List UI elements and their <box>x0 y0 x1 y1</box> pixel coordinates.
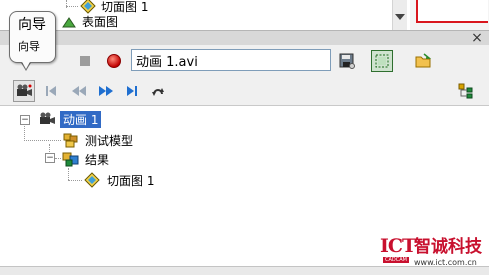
tree-item-section-view[interactable]: 切面图 1 <box>84 171 154 189</box>
feature-tree-top: 切面图 1 表面图 <box>0 0 405 30</box>
camera-icon <box>40 112 55 124</box>
stop-icon <box>80 56 90 66</box>
wizard-button[interactable] <box>13 80 35 102</box>
open-folder-button[interactable] <box>413 50 435 72</box>
surface-plot-icon <box>62 16 76 27</box>
stop-button[interactable] <box>74 50 96 72</box>
save-as-button[interactable] <box>336 50 358 72</box>
scroll-down-arrow-icon[interactable] <box>395 14 405 20</box>
tooltip-title: 向导 <box>18 17 46 33</box>
graphics-viewport-border <box>416 0 488 23</box>
tree-item-label: 切面图 1 <box>107 173 155 188</box>
loop-icon <box>152 88 164 96</box>
play-forward-icon <box>99 86 113 96</box>
graphics-area[interactable] <box>410 0 489 30</box>
tree-item-label: 测试模型 <box>85 133 134 148</box>
play-button[interactable] <box>95 80 117 102</box>
tree-item-study-model[interactable]: 测试模型 <box>62 131 133 149</box>
close-icon[interactable]: × <box>470 31 484 45</box>
record-button[interactable] <box>103 50 125 72</box>
select-region-button[interactable] <box>371 50 393 72</box>
tooltip-pointer-fill <box>21 60 31 69</box>
select-region-icon <box>375 54 389 68</box>
section-view-icon <box>84 172 100 188</box>
tooltip-text: 向导 <box>18 40 40 53</box>
tree-structure-icon <box>458 83 473 99</box>
watermark-logo-sub: CADCAM <box>383 257 409 263</box>
watermark-logo-text: ICT <box>380 235 416 257</box>
collapse-toggle[interactable]: − <box>20 115 30 125</box>
collapse-toggle[interactable]: − <box>45 153 55 163</box>
model-parts-icon <box>63 133 78 148</box>
tree-item-results[interactable]: 结果 <box>62 150 109 168</box>
tree-item-label: 动画 1 <box>60 110 102 128</box>
filename-field[interactable] <box>131 49 331 71</box>
results-folder-icon <box>62 152 79 167</box>
watermark-brand: 智诚科技 <box>414 237 482 257</box>
animation-toolbar <box>0 45 489 77</box>
tree-item-surface-plot[interactable]: 表面图 <box>62 13 118 30</box>
tree-view-button[interactable] <box>455 80 477 102</box>
tree-item-animation[interactable]: 动画 1 <box>38 110 102 128</box>
vertical-scrollbar[interactable] <box>392 0 407 30</box>
playback-toolbar <box>0 77 489 106</box>
go-to-start-button[interactable] <box>40 80 62 102</box>
skip-start-icon <box>46 86 56 96</box>
tree-item-label: 表面图 <box>82 15 119 29</box>
camera-wizard-icon <box>17 84 32 96</box>
rewind-icon <box>72 86 86 96</box>
folder-icon <box>415 53 432 68</box>
save-icon <box>339 53 355 69</box>
wizard-tooltip: 向导 向导 <box>9 11 56 63</box>
rewind-button[interactable] <box>68 80 90 102</box>
watermark-logo: ICT CADCAM 智诚科技 www.ict.com.cn <box>380 236 488 268</box>
skip-end-icon <box>127 86 137 96</box>
record-icon <box>107 54 121 68</box>
loop-button[interactable] <box>148 80 170 102</box>
panel-title-bar[interactable]: × <box>0 30 489 46</box>
tree-item-label: 结果 <box>85 152 110 167</box>
section-view-icon <box>80 0 96 14</box>
watermark-url: www.ict.com.cn <box>414 258 477 267</box>
go-to-end-button[interactable] <box>121 80 143 102</box>
